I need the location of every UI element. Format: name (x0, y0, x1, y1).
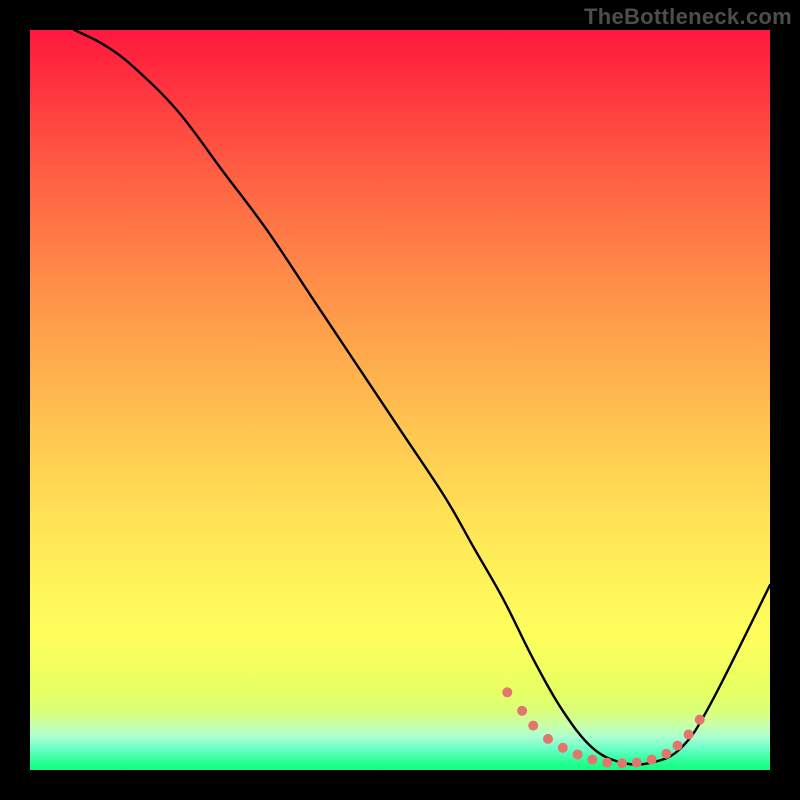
watermark-text: TheBottleneck.com (584, 4, 792, 30)
marker-dot (517, 706, 527, 716)
marker-dot (632, 758, 642, 768)
chart-frame: TheBottleneck.com (0, 0, 800, 800)
plot-area (30, 30, 770, 770)
marker-dot (573, 749, 583, 759)
marker-dot (528, 721, 538, 731)
chart-svg (30, 30, 770, 770)
marker-dot (502, 687, 512, 697)
marker-dot (661, 749, 671, 759)
marker-dot (673, 741, 683, 751)
marker-dot (602, 758, 612, 768)
marker-dot (558, 743, 568, 753)
marker-dot (587, 755, 597, 765)
marker-dot (684, 729, 694, 739)
main-curve (74, 30, 770, 765)
marker-dot (543, 734, 553, 744)
marker-dot (647, 755, 657, 765)
marker-dot (617, 758, 627, 768)
marker-dot (695, 715, 705, 725)
